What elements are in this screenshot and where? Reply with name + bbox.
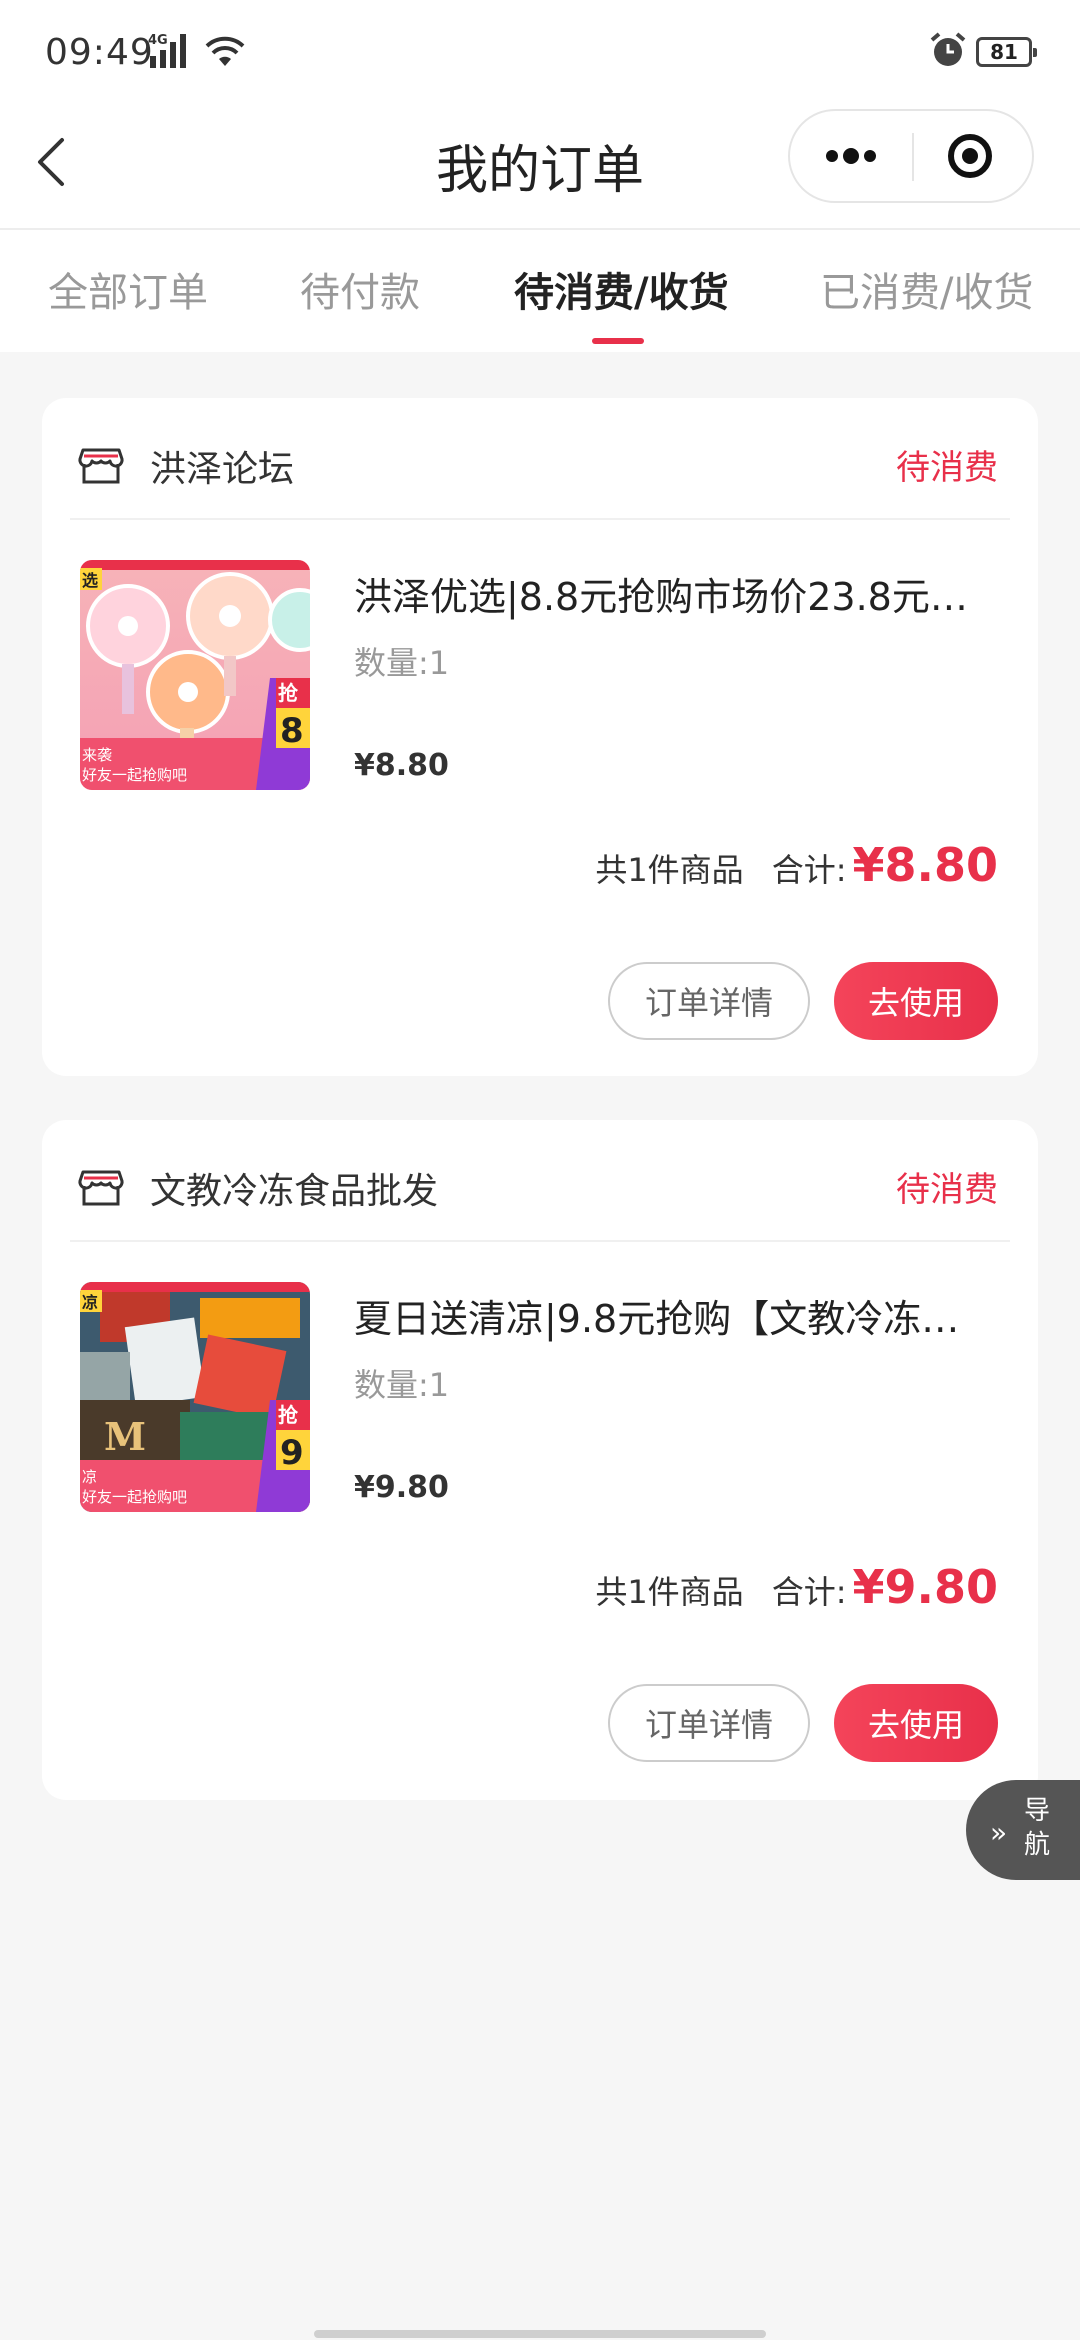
- tab-pending-payment[interactable]: 待付款: [300, 260, 420, 318]
- tab-all-orders[interactable]: 全部订单: [48, 260, 208, 318]
- product-title[interactable]: 夏日送清凉|9.8元抢购【文教冷冻…: [354, 1288, 1014, 1343]
- fan-product-illustration: 选 抢 8 来袭 好友一起抢购吧: [80, 560, 310, 790]
- alarm-icon: [930, 32, 966, 66]
- total-label: 合计:: [771, 851, 847, 889]
- more-options-icon[interactable]: [790, 111, 912, 201]
- card-divider: [70, 518, 1010, 520]
- close-target-icon[interactable]: [914, 111, 1032, 201]
- order-summary: 共1件商品 合计: ¥8.80: [595, 838, 998, 892]
- order-detail-button[interactable]: 订单详情: [608, 1684, 810, 1762]
- shop-name[interactable]: 洪泽论坛: [150, 440, 294, 492]
- thumb-badge: 抢: [278, 1403, 299, 1427]
- cellular-signal-icon: 4G: [148, 33, 186, 68]
- network-type: 4G: [148, 33, 168, 48]
- product-price: ¥8.80: [354, 748, 449, 783]
- magnum-logo: M: [104, 1414, 146, 1459]
- product-price: ¥9.80: [354, 1470, 449, 1505]
- total-amount: ¥8.80: [852, 838, 998, 892]
- item-count: 共1件商品: [595, 1573, 744, 1611]
- card-divider: [70, 1240, 1010, 1242]
- thumb-digit: 8: [280, 711, 304, 751]
- floating-nav-label: 导航: [1023, 1796, 1050, 1860]
- nav-header: 我的订单: [0, 100, 1080, 230]
- status-bar: 09:49 4G 81: [0, 0, 1080, 100]
- total-label: 合计:: [771, 1573, 847, 1611]
- thumb-tag: 凉: [82, 1293, 98, 1312]
- status-time: 09:49: [45, 32, 154, 73]
- product-title[interactable]: 洪泽优选|8.8元抢购市场价23.8元…: [354, 566, 1014, 621]
- shop-icon: [78, 448, 124, 484]
- order-status: 待消费: [896, 448, 998, 488]
- tab-completed[interactable]: 已消费/收货: [820, 260, 1033, 318]
- item-count: 共1件商品: [595, 851, 744, 889]
- battery-level: 81: [990, 40, 1018, 64]
- thumb-line-2: 好友一起抢购吧: [82, 766, 187, 784]
- tab-pending-use[interactable]: 待消费/收货: [514, 260, 729, 318]
- product-image[interactable]: 选 抢 8 来袭 好友一起抢购吧: [80, 560, 310, 790]
- order-status: 待消费: [896, 1170, 998, 1210]
- use-coupon-button[interactable]: 去使用: [834, 962, 998, 1040]
- thumb-line-1: 来袭: [82, 746, 112, 764]
- order-tabs: 全部订单 待付款 待消费/收货 已消费/收货: [0, 230, 1080, 352]
- total-amount: ¥9.80: [852, 1560, 998, 1614]
- order-card: 洪泽论坛 待消费 选 抢 8 来袭 好友一起抢购吧 洪泽优选|8.8元抢购市场价…: [42, 398, 1038, 1076]
- wifi-icon: [205, 36, 245, 66]
- thumb-line-1: 凉: [82, 1468, 97, 1486]
- order-detail-button[interactable]: 订单详情: [608, 962, 810, 1040]
- thumb-badge: 抢: [278, 681, 299, 705]
- home-indicator[interactable]: [314, 2330, 766, 2338]
- active-tab-indicator: [592, 338, 644, 344]
- battery-icon: 81: [976, 37, 1037, 67]
- floating-nav-button[interactable]: » 导航: [966, 1780, 1080, 1880]
- product-quantity: 数量:1: [354, 644, 450, 682]
- double-chevron-icon: »: [990, 1816, 1008, 1849]
- ice-cream-product-illustration: M 凉 抢 9 凉 好友一起抢购吧: [80, 1282, 310, 1512]
- product-quantity: 数量:1: [354, 1366, 450, 1404]
- shop-icon: [78, 1170, 124, 1206]
- order-card: 文教冷冻食品批发 待消费 M 凉 抢 9 凉 好友一起抢购吧 夏日送清凉|9.8…: [42, 1120, 1038, 1800]
- thumb-digit: 9: [280, 1433, 304, 1473]
- mini-program-capsule: [788, 109, 1034, 203]
- thumb-line-2: 好友一起抢购吧: [82, 1488, 187, 1506]
- product-image[interactable]: M 凉 抢 9 凉 好友一起抢购吧: [80, 1282, 310, 1512]
- order-summary: 共1件商品 合计: ¥9.80: [595, 1560, 998, 1614]
- shop-name[interactable]: 文教冷冻食品批发: [150, 1162, 438, 1214]
- use-coupon-button[interactable]: 去使用: [834, 1684, 998, 1762]
- thumb-tag: 选: [82, 571, 98, 590]
